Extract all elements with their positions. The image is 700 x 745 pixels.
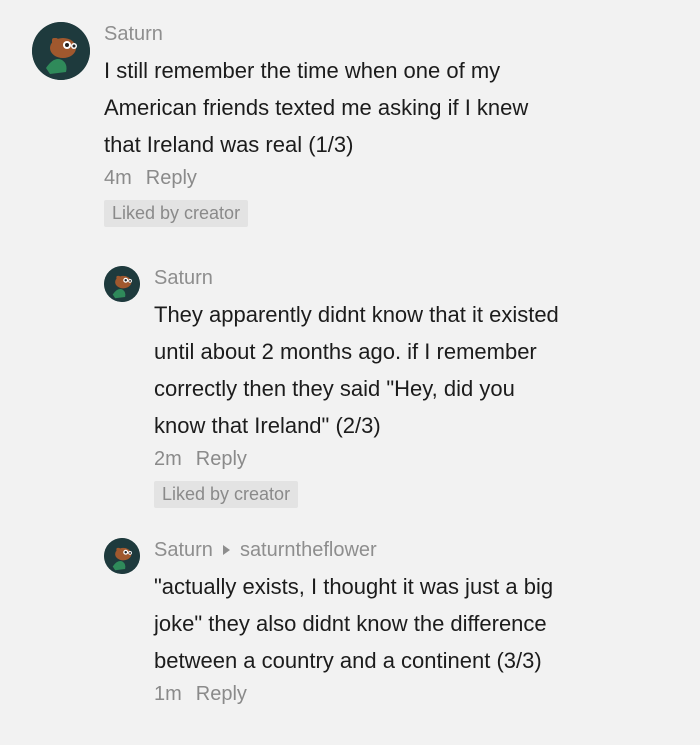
liked-by-creator-badge: Liked by creator — [154, 481, 299, 508]
comment-meta: 1m Reply — [154, 683, 553, 706]
reply-button[interactable]: Reply — [196, 448, 247, 471]
reply-comment: Saturn They apparently didnt know that i… — [104, 266, 559, 508]
comment-text: "actually exists, I thought it was just … — [154, 574, 554, 673]
cartoon-character-icon — [32, 22, 90, 80]
username[interactable]: Saturn — [154, 266, 559, 290]
username[interactable]: Saturn — [104, 22, 528, 46]
reply-button[interactable]: Reply — [196, 683, 247, 706]
comment-body: Saturn They apparently didnt know that i… — [154, 266, 559, 508]
comment-text: They apparently didnt know that it exist… — [154, 302, 559, 438]
avatar[interactable] — [104, 538, 140, 574]
comment-thread: Saturn I still remember the time when on… — [0, 0, 700, 745]
timestamp: 4m — [104, 167, 132, 189]
username-text[interactable]: Saturn — [104, 22, 163, 46]
reply-comment: Saturn saturntheflower "actually exists,… — [104, 538, 553, 706]
username-text[interactable]: Saturn — [154, 266, 213, 290]
comment-text: I still remember the time when one of my… — [104, 58, 529, 157]
comment-body: Saturn I still remember the time when on… — [104, 22, 528, 227]
timestamp: 2m — [154, 448, 182, 470]
avatar[interactable] — [104, 266, 140, 302]
avatar[interactable] — [32, 22, 90, 80]
cartoon-character-icon — [104, 538, 140, 574]
timestamp: 1m — [154, 683, 182, 705]
liked-by-creator-badge: Liked by creator — [104, 200, 249, 227]
reply-arrow-icon — [222, 545, 230, 555]
reply-button[interactable]: Reply — [146, 167, 197, 190]
comment-body: Saturn saturntheflower "actually exists,… — [154, 538, 553, 706]
username-text[interactable]: Saturn — [154, 538, 213, 562]
username[interactable]: Saturn saturntheflower — [154, 538, 553, 562]
comment: Saturn I still remember the time when on… — [32, 22, 528, 227]
comment-meta: 2m Reply — [154, 448, 559, 471]
cartoon-character-icon — [104, 266, 140, 302]
comment-meta: 4m Reply — [104, 167, 528, 190]
reply-to-username[interactable]: saturntheflower — [240, 538, 377, 562]
